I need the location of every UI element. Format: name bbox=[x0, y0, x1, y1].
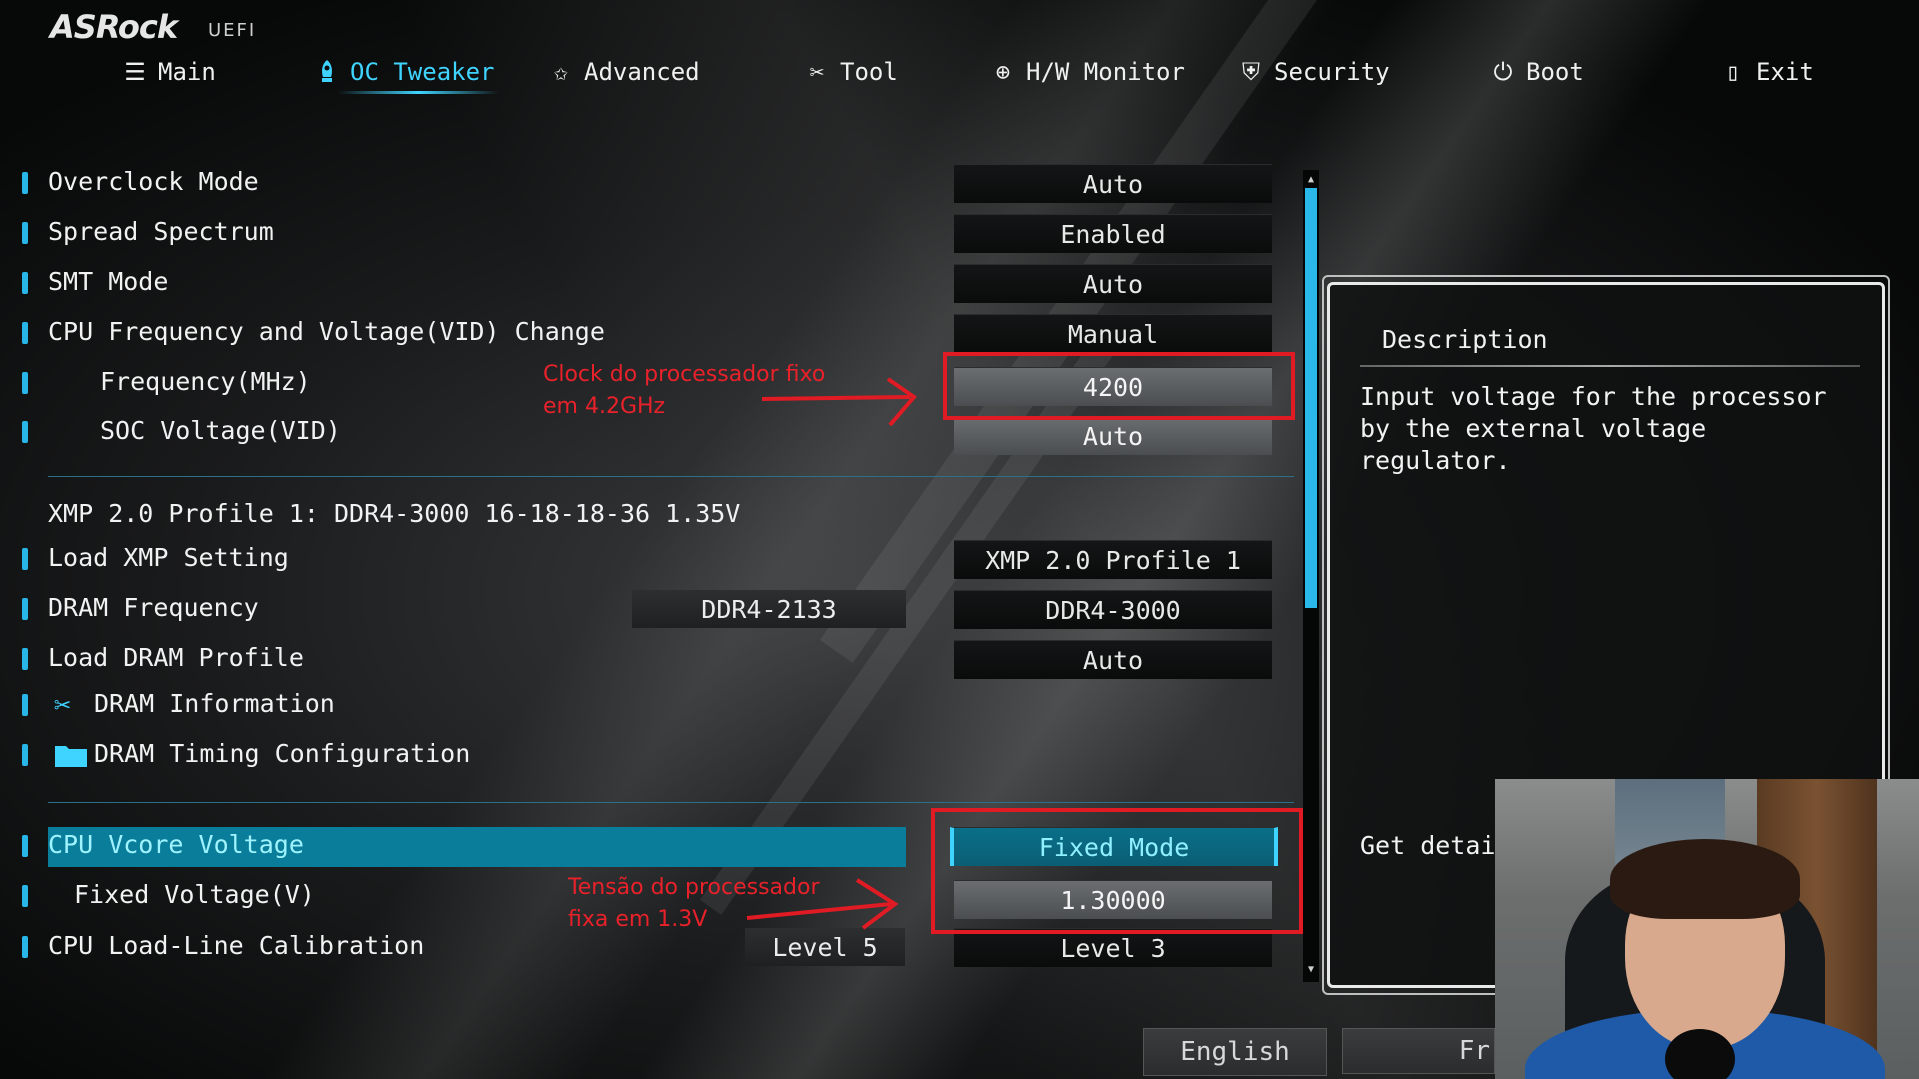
current-value: DDR4-2133 bbox=[632, 590, 906, 628]
setting-label: CPU Vcore Voltage bbox=[48, 830, 304, 859]
tab-advanced[interactable]: ✩ Advanced bbox=[548, 58, 700, 86]
setting-label: CPU Frequency and Voltage(VID) Change bbox=[48, 317, 605, 346]
language-english-button[interactable]: English bbox=[1143, 1028, 1327, 1076]
setting-label: SOC Voltage(VID) bbox=[100, 416, 341, 445]
setting-label: Load DRAM Profile bbox=[48, 643, 304, 672]
submenu-dram-information[interactable]: ✂ DRAM Information bbox=[0, 686, 1300, 726]
power-icon: ⏻ bbox=[1493, 58, 1513, 86]
brand-logo: ASRock bbox=[50, 8, 178, 46]
list-icon: ☰ bbox=[124, 58, 146, 86]
annotation-box-voltage bbox=[931, 808, 1303, 934]
tab-hw-monitor[interactable]: ⊕ H/W Monitor bbox=[990, 58, 1185, 86]
annotation-arrow-icon bbox=[746, 878, 899, 930]
setting-cpu-freq-vid[interactable]: CPU Frequency and Voltage(VID) Change Ma… bbox=[0, 314, 1300, 354]
setting-label: Overclock Mode bbox=[48, 167, 259, 196]
star-icon: ✩ bbox=[553, 58, 569, 86]
row-marker bbox=[22, 172, 28, 194]
setting-label: SMT Mode bbox=[48, 267, 169, 296]
annotation-arrow-icon bbox=[761, 377, 917, 427]
row-marker bbox=[22, 885, 28, 907]
row-marker bbox=[22, 648, 28, 670]
tab-tool[interactable]: ✂ Tool bbox=[804, 58, 898, 86]
setting-overclock-mode[interactable]: Overclock Mode Auto bbox=[0, 164, 1300, 204]
tab-main[interactable]: ☰ Main bbox=[122, 58, 216, 86]
setting-value[interactable]: DDR4-3000 bbox=[954, 590, 1272, 629]
tab-security[interactable]: ⛨ Security bbox=[1238, 58, 1390, 86]
setting-spread-spectrum[interactable]: Spread Spectrum Enabled bbox=[0, 214, 1300, 254]
tab-label: H/W Monitor bbox=[1026, 58, 1185, 86]
row-marker bbox=[22, 372, 28, 394]
row-marker bbox=[22, 322, 28, 344]
tab-exit[interactable]: ▯ Exit bbox=[1720, 58, 1814, 86]
setting-value[interactable]: Auto bbox=[954, 416, 1272, 455]
setting-label: DRAM Information bbox=[94, 689, 335, 718]
setting-value[interactable]: Auto bbox=[954, 264, 1272, 303]
scroll-down-arrow-icon[interactable]: ▼ bbox=[1303, 962, 1319, 978]
scrollbar-thumb[interactable] bbox=[1305, 188, 1317, 608]
row-marker bbox=[22, 744, 28, 766]
row-marker bbox=[22, 421, 28, 443]
submenu-dram-timing[interactable]: DRAM Timing Configuration bbox=[0, 736, 1300, 776]
setting-label: DRAM Frequency bbox=[48, 593, 259, 622]
tab-label: Security bbox=[1274, 58, 1390, 86]
separator bbox=[48, 802, 1294, 803]
tab-label: Exit bbox=[1756, 58, 1814, 86]
folder-icon bbox=[54, 742, 88, 772]
webcam-overlay bbox=[1495, 779, 1919, 1079]
language-next-button[interactable]: Fr bbox=[1342, 1028, 1495, 1074]
setting-value[interactable]: Auto bbox=[954, 640, 1272, 679]
rocket-icon bbox=[314, 59, 340, 85]
description-text: Input voltage for the processor by the e… bbox=[1360, 382, 1827, 475]
row-marker bbox=[22, 548, 28, 570]
description-title: Description bbox=[1382, 325, 1548, 354]
setting-label: DRAM Timing Configuration bbox=[94, 739, 471, 768]
row-marker bbox=[22, 598, 28, 620]
separator bbox=[48, 476, 1294, 477]
tab-label: Main bbox=[158, 58, 216, 86]
tab-label: Advanced bbox=[584, 58, 700, 86]
row-marker bbox=[22, 222, 28, 244]
setting-value[interactable]: Manual bbox=[954, 314, 1272, 353]
setting-label: CPU Load-Line Calibration bbox=[48, 931, 425, 960]
setting-label: Fixed Voltage(V) bbox=[74, 880, 315, 909]
setting-value[interactable]: Auto bbox=[954, 164, 1272, 203]
setting-load-xmp[interactable]: Load XMP Setting XMP 2.0 Profile 1 bbox=[0, 540, 1300, 580]
tools-icon: ✂ bbox=[809, 58, 825, 86]
setting-label: Frequency(MHz) bbox=[100, 367, 311, 396]
row-marker bbox=[22, 936, 28, 958]
tab-oc-tweaker[interactable]: OC Tweaker bbox=[314, 58, 498, 94]
row-marker bbox=[22, 694, 28, 716]
description-divider bbox=[1360, 365, 1860, 367]
person-hair bbox=[1610, 839, 1800, 919]
tab-label: Boot bbox=[1526, 58, 1584, 86]
brand-sub: UEFI bbox=[208, 20, 257, 41]
setting-load-dram-profile[interactable]: Load DRAM Profile Auto bbox=[0, 640, 1300, 680]
xmp-profile-info: XMP 2.0 Profile 1: DDR4-3000 16-18-18-36… bbox=[48, 499, 741, 528]
setting-smt-mode[interactable]: SMT Mode Auto bbox=[0, 264, 1300, 304]
scroll-up-arrow-icon[interactable]: ▲ bbox=[1303, 172, 1319, 188]
annotation-box-frequency bbox=[943, 352, 1295, 420]
setting-value[interactable]: Enabled bbox=[954, 214, 1272, 253]
tab-label: Tool bbox=[840, 58, 898, 86]
exit-door-icon: ▯ bbox=[1725, 58, 1741, 86]
row-marker bbox=[22, 835, 28, 857]
shield-icon: ⛨ bbox=[1242, 58, 1260, 86]
setting-label: Load XMP Setting bbox=[48, 543, 289, 572]
setting-value[interactable]: XMP 2.0 Profile 1 bbox=[954, 540, 1272, 579]
setting-dram-frequency[interactable]: DRAM Frequency DDR4-2133 DDR4-3000 bbox=[0, 590, 1300, 630]
gauge-icon: ⊕ bbox=[995, 58, 1011, 86]
tab-label: OC Tweaker bbox=[350, 58, 495, 86]
setting-label: Spread Spectrum bbox=[48, 217, 274, 246]
tab-boot[interactable]: ⏻ Boot bbox=[1490, 58, 1584, 86]
tools-icon: ✂ bbox=[54, 688, 71, 721]
top-nav: ☰ Main OC Tweaker ✩ Advanced ✂ Tool ⊕ H/… bbox=[0, 58, 1919, 98]
row-marker bbox=[22, 272, 28, 294]
